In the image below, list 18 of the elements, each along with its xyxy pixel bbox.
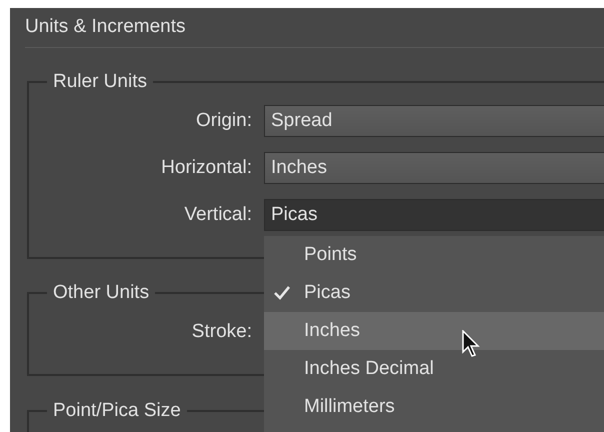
unit-dropdown[interactable]: Picas <box>264 199 604 231</box>
menu-item[interactable]: Inches Decimal <box>264 350 604 388</box>
menu-item[interactable]: Picas <box>264 274 604 312</box>
field-label: Origin: <box>195 110 252 132</box>
field-label: Vertical: <box>183 204 252 226</box>
panel-title: Units & Increments <box>25 8 604 48</box>
menu-item[interactable]: Inches <box>264 312 604 350</box>
group-legend: Ruler Units <box>47 71 153 93</box>
menu-item[interactable]: Points <box>264 236 604 274</box>
field-label: Horizontal: <box>160 157 252 179</box>
menu-item[interactable]: Millimeters <box>264 388 604 426</box>
group-legend: Other Units <box>47 282 156 304</box>
unit-dropdown[interactable]: Inches <box>264 152 604 184</box>
unit-dropdown[interactable]: Spread <box>264 105 604 137</box>
field-label: Stroke: <box>190 321 252 343</box>
group-legend: Point/Pica Size <box>47 400 187 422</box>
checkmark-icon <box>274 286 290 300</box>
pointer-cursor-icon <box>462 330 480 358</box>
